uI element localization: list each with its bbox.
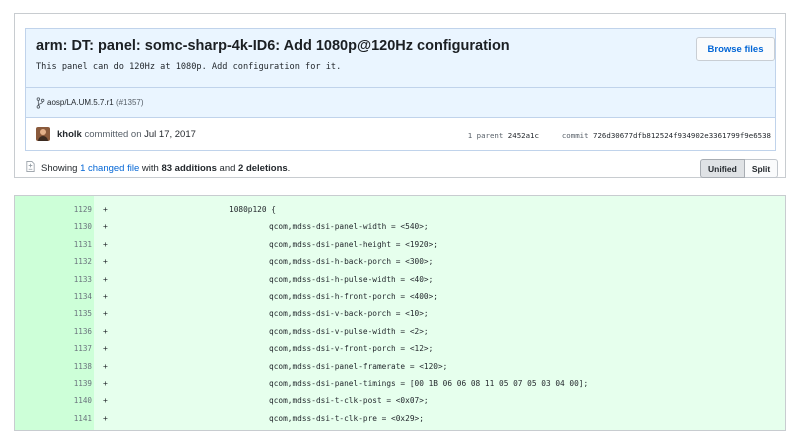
commit-card: arm: DT: panel: somc-sharp-4k-ID6: Add 1… (14, 13, 786, 178)
diff-line: 1129 +1080p120 { (15, 201, 785, 219)
addition-marker: + (103, 222, 108, 232)
avatar[interactable] (36, 127, 50, 141)
branch-label[interactable]: aosp/LA.UM.5.7.r1 (47, 98, 114, 107)
diff-summary: Showing 1 changed file with 83 additions… (41, 163, 290, 174)
commit-header: arm: DT: panel: somc-sharp-4k-ID6: Add 1… (25, 28, 776, 117)
addition-marker: + (103, 239, 108, 249)
diff-line: 1130 + qcom,mdss-dsi-panel-width = <540>; (15, 218, 785, 236)
with-text: with (141, 163, 159, 174)
line-number[interactable]: 1134 (15, 287, 94, 306)
committed-text: committed on (84, 129, 142, 140)
code-line: 1080p120 { (229, 205, 276, 214)
diff-panel: 1129 +1080p120 { 1130 + qcom,mdss-dsi-panel-… (14, 195, 786, 431)
code-line: qcom,mdss-dsi-v-pulse-width = <2>; (269, 326, 429, 336)
commit-title: arm: DT: panel: somc-sharp-4k-ID6: Add 1… (36, 38, 510, 54)
additions-count: 83 additions (161, 163, 217, 174)
author-name[interactable]: kholk (57, 129, 82, 140)
unified-view-button[interactable]: Unified (700, 159, 745, 178)
code-line: qcom,mdss-dsi-h-pulse-width = <40>; (269, 274, 434, 284)
commit-description: This panel can do 120Hz at 1080p. Add co… (36, 62, 342, 72)
diff-line: 1132 + qcom,mdss-dsi-h-back-porch = <300>; (15, 253, 785, 271)
branch-container: aosp/LA.UM.5.7.r1 (#1357) (26, 87, 775, 117)
parent-count: 1 parent (467, 131, 504, 140)
addition-marker: + (103, 257, 108, 267)
commit-meta: kholk committed on Jul 17, 2017 1 parent… (25, 117, 776, 151)
diff-line: 1134 + qcom,mdss-dsi-h-front-porch = <400>… (15, 287, 785, 306)
line-number[interactable]: 1137 (15, 340, 94, 358)
addition-marker: + (103, 413, 108, 423)
line-number[interactable]: 1129 (15, 201, 94, 219)
addition-marker: + (103, 309, 108, 319)
pull-request-link[interactable]: (#1357) (116, 98, 144, 107)
code-line: qcom,mdss-dsi-panel-width = <540>; (269, 222, 429, 232)
line-number[interactable]: 1132 (15, 253, 94, 271)
author-info: kholk committed on Jul 17, 2017 (57, 129, 196, 140)
diff-line: 1138 + qcom,mdss-dsi-panel-framerate = <12… (15, 357, 785, 375)
branch-name[interactable]: aosp/LA.UM.5.7.r1 (#1357) (47, 98, 144, 107)
showing-text: Showing (41, 163, 78, 174)
and-text: and (219, 163, 236, 174)
split-view-button[interactable]: Split (744, 159, 779, 178)
line-number[interactable]: 1138 (15, 357, 94, 375)
commit-date: Jul 17, 2017 (144, 129, 196, 140)
parent-sha-link[interactable]: 2452a1c (508, 131, 539, 140)
diff-lines: 1129 +1080p120 { 1130 + qcom,mdss-dsi-panel-… (15, 201, 785, 428)
diff-line: 1137 + qcom,mdss-dsi-v-front-porch = <12>; (15, 340, 785, 358)
browse-files-button[interactable]: Browse files (696, 37, 775, 61)
line-number[interactable]: 1141 (15, 409, 94, 428)
addition-marker: + (103, 291, 108, 301)
diff-line: 1133 + qcom,mdss-dsi-h-pulse-width = <40>; (15, 270, 785, 288)
code-line: qcom,mdss-dsi-v-front-porch = <12>; (269, 344, 434, 354)
line-number[interactable]: 1130 (15, 218, 94, 236)
commit-label: commit (561, 131, 589, 140)
code-line: qcom,mdss-dsi-h-back-porch = <300>; (269, 257, 434, 267)
code-line: qcom,mdss-dsi-panel-framerate = <120>; (269, 361, 448, 371)
diff-line: 1139 + qcom,mdss-dsi-panel-timings = [00 1… (15, 374, 785, 393)
line-number[interactable]: 1136 (15, 322, 94, 341)
diff-line: 1135 + qcom,mdss-dsi-v-back-porch = <10>; (15, 305, 785, 323)
git-branch-icon (36, 97, 45, 109)
code-line: qcom,mdss-dsi-t-clk-post = <0x07>; (269, 396, 429, 406)
diff-line: 1141 + qcom,mdss-dsi-t-clk-pre = <0x29>; (15, 409, 785, 428)
changed-files-link[interactable]: 1 changed file (80, 163, 139, 174)
commit-sha: 726d30677dfb812524f934902e3361799f9e6538 (593, 131, 771, 140)
period-text: . (287, 163, 291, 174)
addition-marker: + (103, 326, 108, 336)
diff-line: 1140 + qcom,mdss-dsi-t-clk-post = <0x07>; (15, 392, 785, 410)
line-number[interactable]: 1133 (15, 270, 94, 288)
code-line: qcom,mdss-dsi-t-clk-pre = <0x29>; (269, 413, 424, 423)
addition-marker: + (103, 361, 108, 371)
addition-marker: + (103, 396, 108, 406)
code-line: qcom,mdss-dsi-panel-timings = [00 1B 06 … (269, 378, 589, 388)
sha-info: 1 parent 2452a1c commit 726d30677dfb8125… (468, 131, 771, 140)
deletions-count: 2 deletions (238, 163, 288, 174)
line-number[interactable]: 1131 (15, 235, 94, 254)
line-number[interactable]: 1135 (15, 305, 94, 323)
diff-view-toggle: Unified Split (700, 159, 779, 178)
addition-marker: + (103, 205, 108, 214)
diff-line: 1136 + qcom,mdss-dsi-v-pulse-width = <2>; (15, 322, 785, 341)
code-line: qcom,mdss-dsi-panel-height = <1920>; (269, 239, 438, 249)
addition-marker: + (103, 274, 108, 284)
addition-marker: + (103, 344, 108, 354)
diff-summary-bar: Showing 1 changed file with 83 additions… (25, 159, 779, 181)
line-number[interactable]: 1140 (15, 392, 94, 410)
diff-line: 1131 + qcom,mdss-dsi-panel-height = <1920>… (15, 235, 785, 254)
code-line: qcom,mdss-dsi-v-back-porch = <10>; (269, 309, 429, 319)
file-diff-icon (26, 161, 35, 172)
code-line: qcom,mdss-dsi-h-front-porch = <400>; (269, 291, 438, 301)
line-number[interactable]: 1139 (15, 374, 94, 393)
addition-marker: + (103, 378, 108, 388)
